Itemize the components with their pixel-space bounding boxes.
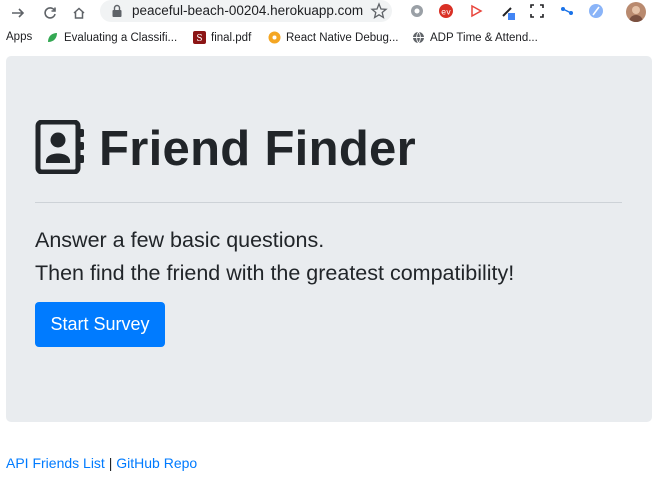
page-title: Friend Finder <box>99 122 416 176</box>
address-book-icon <box>35 119 85 179</box>
bookmark-label: final.pdf <box>211 31 252 44</box>
browser-toolbar: peaceful-beach-00204.herokuapp.com ev <box>0 0 661 27</box>
extension-feather-icon[interactable] <box>587 2 605 20</box>
bookmark-label: Evaluating a Classifi... <box>64 31 178 44</box>
divider <box>35 202 622 203</box>
bookmark-leaf-icon <box>46 31 59 44</box>
api-friends-list-link[interactable]: API Friends List <box>6 455 105 471</box>
extension-play-icon[interactable] <box>467 2 485 20</box>
reload-icon[interactable] <box>40 3 60 23</box>
extension-red-icon[interactable]: ev <box>437 2 455 20</box>
page-heading: Friend Finder <box>35 119 416 179</box>
bookmark-label: React Native Debug... <box>286 31 399 44</box>
start-survey-button[interactable]: Start Survey <box>35 302 165 347</box>
footer-links: API Friends List | GitHub Repo <box>6 455 197 471</box>
bookmark-orange-icon <box>268 31 281 44</box>
github-repo-link[interactable]: GitHub Repo <box>116 455 197 471</box>
lead-line-1: Answer a few basic questions. <box>35 228 325 252</box>
bookmark-label: ADP Time & Attend... <box>430 31 538 44</box>
profile-avatar[interactable] <box>626 2 646 22</box>
bookmark-apps[interactable]: Apps <box>6 31 32 43</box>
svg-text:S: S <box>196 34 202 44</box>
stanford-icon: S <box>193 31 206 44</box>
bookmark-react-native-debug[interactable]: React Native Debug... <box>268 31 399 44</box>
svg-text:ev: ev <box>441 8 451 17</box>
bookmark-star-icon[interactable] <box>370 2 388 20</box>
lead-line-2: Then find the friend with the greatest c… <box>35 261 515 285</box>
bookmark-adp-time[interactable]: ADP Time & Attend... <box>412 31 538 44</box>
extension-gray-icon[interactable] <box>408 2 426 20</box>
extension-dots-icon[interactable] <box>558 2 576 20</box>
url-text[interactable]: peaceful-beach-00204.herokuapp.com <box>132 3 363 18</box>
link-separator: | <box>104 455 117 471</box>
globe-icon <box>412 31 425 44</box>
bookmark-final-pdf[interactable]: S final.pdf <box>193 31 251 44</box>
forward-arrow-icon[interactable] <box>8 3 28 23</box>
address-bar[interactable]: peaceful-beach-00204.herokuapp.com <box>100 0 392 22</box>
eyedropper-icon[interactable] <box>499 2 517 20</box>
jumbotron: Friend Finder Answer a few basic questio… <box>6 56 652 422</box>
bookmarks-bar: Apps Evaluating a Classifi... S final.pd… <box>0 28 661 50</box>
home-icon[interactable] <box>69 3 89 23</box>
bookmark-evaluating-classifier[interactable]: Evaluating a Classifi... <box>46 31 177 44</box>
screenshot-icon[interactable] <box>528 2 546 20</box>
lock-icon <box>111 4 123 18</box>
bookmark-label: Apps <box>6 31 33 43</box>
